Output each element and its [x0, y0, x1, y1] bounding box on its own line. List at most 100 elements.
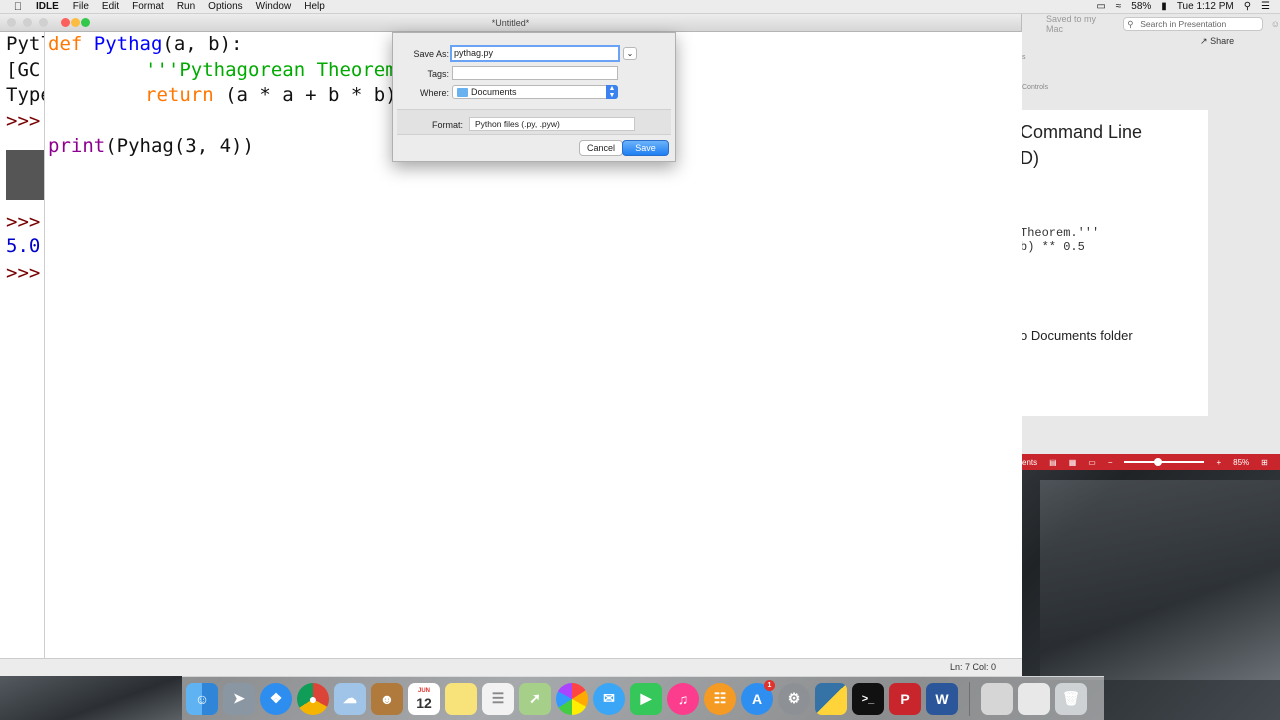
where-value: Documents [471, 87, 517, 97]
preview-icon[interactable]: ☁ [334, 682, 366, 715]
save-button[interactable]: Save [622, 140, 669, 156]
tags-label: Tags: [427, 69, 449, 79]
itunes-icon[interactable]: ♫ [667, 682, 699, 715]
chrome-icon[interactable]: ● [297, 682, 329, 715]
menu-edit[interactable]: Edit [102, 1, 119, 12]
terminal-icon[interactable]: >_ [852, 682, 884, 715]
format-label: Format: [431, 120, 463, 130]
slide-title-line-1: Command Line [1020, 122, 1143, 142]
documents-icon[interactable] [1018, 682, 1050, 715]
menu-file[interactable]: File [73, 1, 89, 12]
reminders-icon[interactable]: ☰ [482, 682, 514, 715]
slideshow-icon[interactable]: ▭ [1088, 458, 1096, 467]
code-line-3: return (a * a + b * b) [145, 84, 397, 106]
wallpaper-rock [1040, 480, 1280, 680]
zoom-button[interactable] [81, 18, 90, 27]
search-placeholder: Search in Presentation [1140, 19, 1227, 29]
menu-help[interactable]: Help [304, 1, 325, 12]
tags-input[interactable] [452, 66, 618, 80]
system-preferences-icon[interactable]: ⚙ [778, 682, 810, 715]
trash-icon[interactable]: 🗑 [1055, 682, 1087, 715]
menu-run[interactable]: Run [177, 1, 195, 12]
battery-percent[interactable]: 58% [1131, 1, 1151, 12]
airplay-icon[interactable]: ▭ [1096, 1, 1105, 12]
minimize-button[interactable] [23, 18, 32, 27]
zoom-slider-knob[interactable] [1154, 458, 1163, 466]
normal-view-icon[interactable]: ▤ [1049, 458, 1057, 467]
calendar-icon[interactable]: JUN 12 [408, 682, 440, 715]
where-select[interactable]: Documents ▲ ▼ [452, 85, 618, 99]
zoom-level: 85% [1233, 457, 1250, 467]
slide-sorter-icon[interactable]: ▦ [1069, 458, 1077, 467]
zoom-slider[interactable] [1124, 458, 1205, 466]
code-text: (Pyhag(3, 4)) [105, 135, 254, 157]
ppt-search-input[interactable]: ⚲ Search in Presentation [1123, 17, 1263, 31]
slide-title-line-2: D) [1020, 148, 1039, 168]
app-store-icon[interactable]: A1 [741, 679, 775, 715]
folder-icon [457, 88, 468, 97]
safari-icon[interactable]: ❖ [260, 682, 292, 715]
fit-window-icon[interactable]: ⊞ [1261, 458, 1268, 467]
smiley-icon[interactable]: ☺ [1271, 19, 1280, 29]
share-label: Share [1210, 36, 1235, 46]
ppt-controls-label[interactable]: Controls [1022, 84, 1048, 91]
format-select[interactable]: Python files (.py, .pyw) [469, 117, 635, 131]
apple-menu-icon[interactable]:  [0, 1, 36, 13]
battery-icon[interactable]: ▮ [1161, 1, 1167, 12]
python-icon[interactable] [815, 682, 847, 715]
save-dialog: Save As: pythag.py ⌄ Tags: Where: Docume… [392, 32, 676, 162]
save-as-label: Save As: [413, 49, 449, 59]
ppt-status-bar: ents ▤ ▦ ▭ − + 85% ⊞ [1020, 454, 1280, 470]
ppt-status-text: ents [1022, 457, 1038, 467]
photos-icon[interactable] [556, 682, 588, 715]
menu-window[interactable]: Window [256, 1, 292, 12]
builtin: print [48, 135, 106, 157]
ibooks-icon[interactable]: ☷ [704, 682, 736, 715]
window-title-bar[interactable]: *Untitled* [0, 14, 1021, 32]
menu-bar:  IDLE File Edit Format Run Options Wind… [0, 0, 1280, 14]
ppt-saved-status: Saved to my Mac [1046, 14, 1097, 34]
notes-icon[interactable] [445, 682, 477, 715]
updown-arrows-icon: ▲ ▼ [606, 85, 618, 99]
save-as-input[interactable]: pythag.py [450, 45, 620, 62]
python-shell-window[interactable]: Pytl [GC( Type >>> >>> 5.0 >>> [0, 32, 45, 676]
powerpoint-icon[interactable]: P [889, 682, 921, 715]
contacts-icon[interactable]: ☻ [371, 682, 403, 715]
notification-badge: 1 [764, 679, 775, 691]
menu-format[interactable]: Format [132, 1, 164, 12]
shell-output: 5.0 [6, 235, 41, 257]
cancel-button[interactable]: Cancel [579, 140, 623, 156]
expand-dialog-button[interactable]: ⌄ [623, 47, 637, 60]
shell-prompt: >>> [6, 110, 41, 132]
zoom-out-icon[interactable]: − [1108, 458, 1113, 467]
keyword: def [48, 33, 83, 55]
menu-options[interactable]: Options [208, 1, 242, 12]
ppt-title-bar: Saved to my Mac ⚲ Search in Presentation… [1020, 14, 1280, 34]
spotlight-icon[interactable]: ⚲ [1244, 1, 1251, 12]
zoom-in-icon[interactable]: + [1216, 458, 1221, 467]
shell-selection [6, 150, 44, 200]
finder-icon[interactable]: ☺ [186, 682, 218, 715]
ppt-slide[interactable]: Command Line D) Theorem.''' b) ** 0.5 o … [1020, 110, 1208, 416]
minimize-button[interactable] [71, 18, 80, 27]
close-button[interactable] [61, 18, 70, 27]
app-menu[interactable]: IDLE [36, 1, 59, 12]
shell-line: Type [6, 84, 44, 106]
launchpad-icon[interactable]: ➤ [223, 682, 255, 715]
facetime-icon[interactable]: ▶ [630, 682, 662, 715]
menubar-clock[interactable]: Tue 1:12 PM [1177, 1, 1234, 12]
word-icon[interactable]: W [926, 682, 958, 715]
ppt-ribbon-fragment: s [1022, 54, 1026, 61]
maps-icon[interactable]: ➚ [519, 682, 551, 715]
share-icon: ↗ [1200, 36, 1208, 46]
messages-icon[interactable]: ✉ [593, 682, 625, 715]
window-title: *Untitled* [491, 18, 530, 28]
zoom-button[interactable] [39, 18, 48, 27]
close-button[interactable] [7, 18, 16, 27]
keyword: return [145, 84, 214, 106]
code-line-1: def Pythag(a, b): [48, 33, 243, 55]
downloads-icon[interactable] [981, 682, 1013, 715]
notification-center-icon[interactable]: ☰ [1261, 1, 1270, 12]
ppt-share-button[interactable]: ↗ Share [1200, 36, 1234, 47]
wifi-icon[interactable]: ≈ [1116, 1, 1122, 12]
